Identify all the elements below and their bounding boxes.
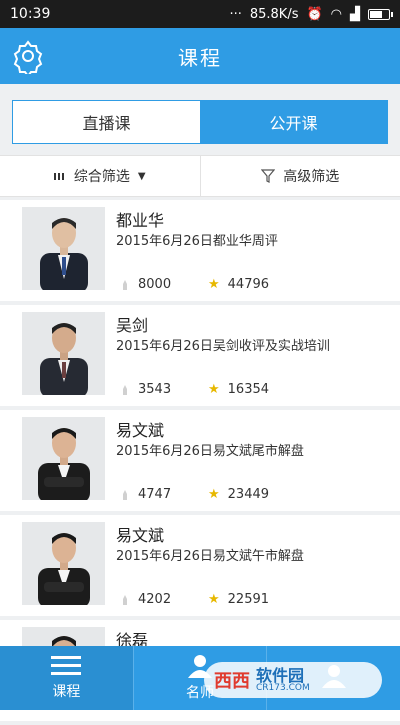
teacher-name: 易文斌 (116, 522, 164, 546)
course-title: 2015年6月26日易文斌尾市解盘 (116, 440, 304, 459)
general-filter-button[interactable]: 综合筛选 ▼ (0, 156, 200, 196)
star-count: 22591 (228, 592, 269, 607)
tab-open[interactable]: 公开课 (200, 101, 387, 143)
advanced-filter-label: 高级筛选 (283, 166, 339, 186)
star-count: 16354 (228, 382, 269, 397)
course-type-tabs: 直播课 公开课 (12, 100, 388, 144)
teacher-avatar (22, 522, 105, 605)
tab-open-label: 公开课 (269, 110, 317, 134)
app-header: 课程 (0, 28, 400, 84)
course-list-item[interactable]: 吴剑 2015年6月26日吴剑收评及实战培训 3543 ★ 16354 (0, 305, 400, 410)
thumbs-up-icon (120, 594, 130, 606)
watermark-logo: 西西 (214, 667, 250, 693)
tab-live-label: 直播课 (82, 110, 130, 134)
settings-gear-icon[interactable] (10, 38, 46, 74)
teacher-name: 易文斌 (116, 417, 164, 441)
star-icon: ★ (208, 382, 220, 397)
star-icon: ★ (208, 592, 220, 607)
watermark-main-text: 软件园 (256, 668, 310, 684)
thumbs-up-icon (120, 489, 130, 501)
course-stats: 4202 ★ 22591 (120, 592, 296, 607)
status-bar: 10:39 ··· 85.8K/s ⏰ ◠ ▟ (0, 0, 400, 28)
watermark-sub-text: CR173.COM (256, 684, 310, 693)
course-stats: 4747 ★ 23449 (120, 487, 296, 502)
wifi-icon: ◠ (331, 7, 342, 22)
teacher-avatar (22, 417, 105, 500)
funnel-icon (261, 168, 275, 184)
status-time: 10:39 (10, 6, 50, 22)
battery-icon (368, 9, 390, 20)
network-speed: 85.8K/s (250, 7, 299, 22)
like-count: 4747 (138, 487, 171, 502)
course-list-item[interactable]: 易文斌 2015年6月26日易文斌尾市解盘 4747 ★ 23449 (0, 410, 400, 515)
nav-courses-label: 课程 (52, 681, 80, 701)
star-icon: ★ (208, 487, 220, 502)
teacher-name: 吴剑 (116, 312, 148, 336)
star-count: 44796 (228, 277, 269, 292)
advanced-filter-button[interactable]: 高级筛选 (200, 156, 400, 196)
more-icon: ··· (229, 7, 241, 22)
star-count: 23449 (228, 487, 269, 502)
signal-icon: ▟ (350, 7, 360, 22)
general-filter-label: 综合筛选 (74, 166, 130, 186)
teacher-avatar (22, 207, 105, 290)
list-icon (54, 171, 66, 181)
nav-courses[interactable]: 课程 (0, 646, 133, 710)
alarm-icon: ⏰ (306, 7, 322, 22)
course-title: 2015年6月26日易文斌午市解盘 (116, 545, 304, 564)
course-title: 2015年6月26日都业华周评 (116, 230, 278, 249)
like-count: 4202 (138, 592, 171, 607)
like-count: 8000 (138, 277, 171, 292)
star-icon: ★ (208, 277, 220, 292)
page-title: 课程 (178, 42, 222, 71)
course-title: 2015年6月26日吴剑收评及实战培训 (116, 335, 330, 354)
thumbs-up-icon (120, 384, 130, 396)
status-icons: ··· 85.8K/s ⏰ ◠ ▟ (229, 7, 390, 22)
dropdown-arrow-icon: ▼ (138, 171, 146, 182)
tab-live[interactable]: 直播课 (13, 101, 200, 143)
teacher-name: 都业华 (116, 207, 164, 231)
course-stats: 3543 ★ 16354 (120, 382, 296, 397)
teacher-avatar (22, 312, 105, 395)
thumbs-up-icon (120, 279, 130, 291)
course-stats: 8000 ★ 44796 (120, 277, 296, 292)
course-list-item[interactable]: 易文斌 2015年6月26日易文斌午市解盘 4202 ★ 22591 (0, 515, 400, 620)
filter-bar: 综合筛选 ▼ 高级筛选 (0, 155, 400, 197)
menu-icon (51, 655, 81, 677)
watermark: 西西 软件园 CR173.COM (204, 662, 382, 698)
course-list-item[interactable]: 都业华 2015年6月26日都业华周评 8000 ★ 44796 (0, 200, 400, 305)
like-count: 3543 (138, 382, 171, 397)
